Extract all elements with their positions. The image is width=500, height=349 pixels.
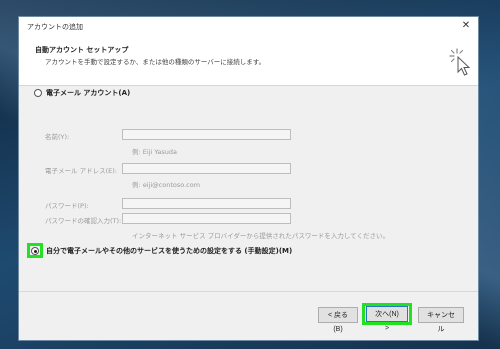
password-hint: インターネット サービス プロバイダーから提供されたパスワードを入力してください… — [132, 232, 389, 240]
manual-setup-label: 自分で電子メールやその他のサービスを使うための設定をする (手動設定)(M) — [46, 247, 293, 255]
manual-setup-radio[interactable] — [31, 247, 39, 255]
next-button[interactable]: 次へ(N) > — [366, 306, 408, 332]
email-account-label: 電子メール アカウント(A) — [46, 89, 131, 97]
back-button[interactable]: < 戻る(B) — [318, 307, 358, 333]
cancel-button[interactable]: キャンセル — [418, 307, 464, 333]
wizard-header: 自動アカウント セットアップ アカウントを手動で設定するか、または他の種類のサー… — [19, 36, 478, 86]
header-title: 自動アカウント セットアップ — [35, 46, 129, 54]
manual-setup-option[interactable]: 自分で電子メールやその他のサービスを使うための設定をする (手動設定)(M) — [31, 246, 292, 256]
name-label: 名前(Y): — [45, 133, 70, 141]
wizard-sparkle-icon — [449, 48, 471, 76]
title-bar: アカウントの追加 ✕ — [19, 17, 478, 36]
add-account-dialog: アカウントの追加 ✕ 自動アカウント セットアップ アカウントを手動で設定するか… — [18, 16, 479, 341]
window-title: アカウントの追加 — [27, 23, 83, 31]
password-label: パスワード(P): — [45, 202, 89, 210]
name-input[interactable] — [122, 129, 291, 140]
email-input[interactable] — [122, 163, 291, 174]
header-subtitle: アカウントを手動で設定するか、または他の種類のサーバーに接続します。 — [45, 58, 266, 66]
email-hint: 例: eiji@contoso.com — [132, 181, 201, 189]
email-account-radio[interactable] — [34, 89, 42, 97]
password-confirm-input[interactable] — [122, 213, 291, 224]
close-icon[interactable]: ✕ — [458, 19, 474, 33]
password-input[interactable] — [122, 198, 291, 209]
footer-divider — [19, 291, 478, 292]
email-label: 電子メール アドレス(E): — [45, 167, 117, 175]
name-hint: 例: Eiji Yasuda — [132, 148, 178, 156]
password-confirm-label: パスワードの確認入力(T): — [45, 217, 122, 225]
email-account-option[interactable]: 電子メール アカウント(A) — [34, 88, 130, 98]
